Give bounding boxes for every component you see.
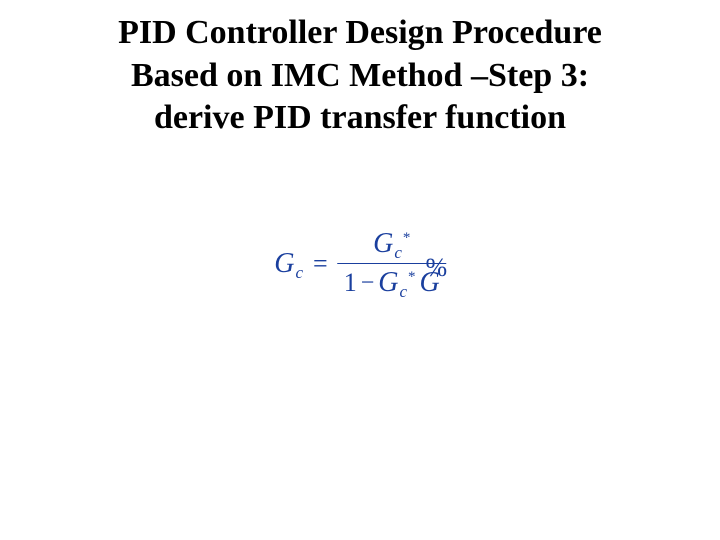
den-G1: G — [378, 267, 398, 299]
fraction: G c * 1 − G c * % G — [338, 228, 446, 299]
title-line-2: Based on IMC Method –Step 3: — [0, 55, 720, 98]
numerator: G c * — [367, 228, 416, 260]
equation-row: G c = G c * 1 − G c * — [274, 228, 446, 299]
slide-title: PID Controller Design Procedure Based on… — [0, 0, 720, 140]
den-G-tilde: % G — [420, 267, 440, 299]
title-line-1: PID Controller Design Procedure — [0, 12, 720, 55]
denominator: 1 − G c * % G — [338, 267, 446, 299]
symbol-G: G — [274, 248, 294, 280]
den-minus: − — [361, 270, 375, 297]
num-G: G — [373, 228, 393, 260]
den-star: * — [408, 269, 416, 286]
tilde-icon: % — [426, 253, 448, 283]
den-sub-c: c — [399, 282, 407, 302]
subscript-c: c — [295, 263, 303, 283]
equals-sign: = — [313, 249, 328, 279]
numerator-Gc-star: G c * — [373, 228, 410, 260]
num-star: * — [403, 230, 411, 247]
equation: G c = G c * 1 − G c * — [274, 228, 446, 299]
title-line-3: derive PID transfer function — [0, 97, 720, 140]
equation-lhs: G c — [274, 248, 303, 280]
den-Gc-star: G c * — [378, 267, 415, 299]
num-sub-c: c — [394, 243, 402, 263]
den-one: 1 — [344, 268, 357, 298]
